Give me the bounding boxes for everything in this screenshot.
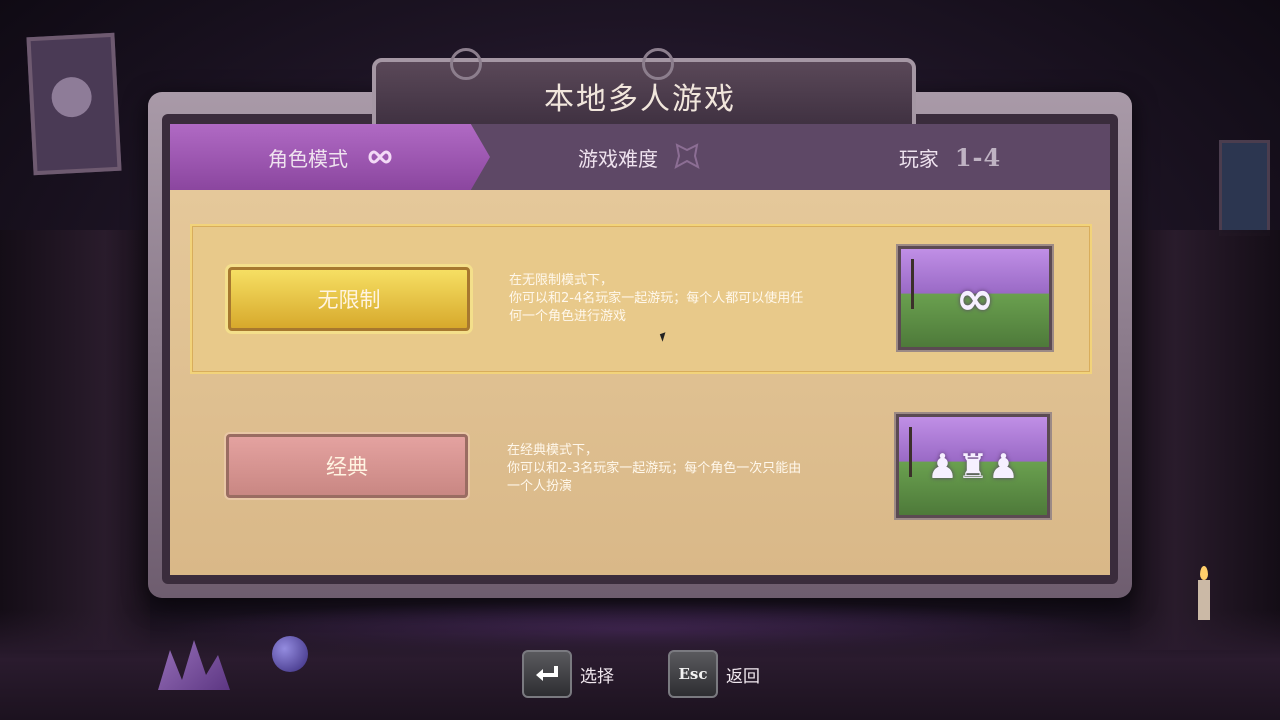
description-line: 在无限制模式下， (509, 273, 614, 288)
hint-label: 选择 (580, 666, 614, 687)
mode-description: 在经典模式下， 你可以和2-3名玩家一起游玩；每个角色一次只能由 一个人扮演 (507, 442, 867, 496)
hint-label: 返回 (726, 666, 760, 687)
orb-icon (272, 636, 308, 672)
mode-thumbnail: ♟♜♟ (896, 414, 1050, 518)
esc-key-icon: Esc (668, 650, 718, 698)
enter-key-icon (522, 650, 572, 698)
tab-difficulty[interactable]: 游戏难度 (490, 124, 790, 190)
wall-window (1219, 140, 1270, 236)
mode-list: 无限制 在无限制模式下， 你可以和2-4名玩家一起游玩；每个人都可以使用任 何一… (170, 190, 1110, 575)
description-line: 一个人扮演 (507, 479, 573, 494)
players-count-badge: 1-4 (954, 142, 1002, 172)
tab-character-mode[interactable]: 角色模式 (170, 124, 490, 190)
butterfly-icon (672, 142, 702, 172)
hint-select[interactable]: 选择 (522, 650, 614, 698)
description-line: 你可以和2-3名玩家一起游玩；每个角色一次只能由 (507, 461, 802, 476)
infinity-icon (362, 148, 392, 166)
tab-label: 角色模式 (268, 146, 348, 171)
mode-thumbnail: ∞ (898, 246, 1052, 350)
hint-back[interactable]: Esc 返回 (668, 650, 760, 698)
classic-button[interactable]: 经典 (226, 434, 468, 498)
candle-icon (1198, 566, 1210, 620)
description-line: 在经典模式下， (507, 443, 599, 458)
tab-players[interactable]: 玩家 1-4 (790, 124, 1110, 190)
page-title: 本地多人游戏 (544, 82, 736, 117)
description-line: 何一个角色进行游戏 (509, 309, 627, 324)
unlimited-button[interactable]: 无限制 (228, 267, 470, 331)
mode-description: 在无限制模式下， 你可以和2-4名玩家一起游玩；每个人都可以使用任 何一个角色进… (509, 272, 869, 326)
description-line: 你可以和2-4名玩家一起游玩；每个人都可以使用任 (509, 291, 804, 306)
bookshelf-left (0, 230, 150, 650)
tab-label: 玩家 (898, 146, 939, 171)
tab-bar: 角色模式 游戏难度 玩家 1-4 (170, 124, 1110, 190)
tab-label: 游戏难度 (578, 146, 658, 171)
characters-icon: ♟♜♟ (927, 447, 1019, 487)
infinity-icon: ∞ (955, 271, 995, 325)
mode-row-classic[interactable]: 经典 在经典模式下， 你可以和2-3名玩家一起游玩；每个角色一次只能由 一个人扮… (190, 396, 1088, 542)
mode-row-unlimited[interactable]: 无限制 在无限制模式下， 你可以和2-4名玩家一起游玩；每个人都可以使用任 何一… (190, 224, 1092, 374)
